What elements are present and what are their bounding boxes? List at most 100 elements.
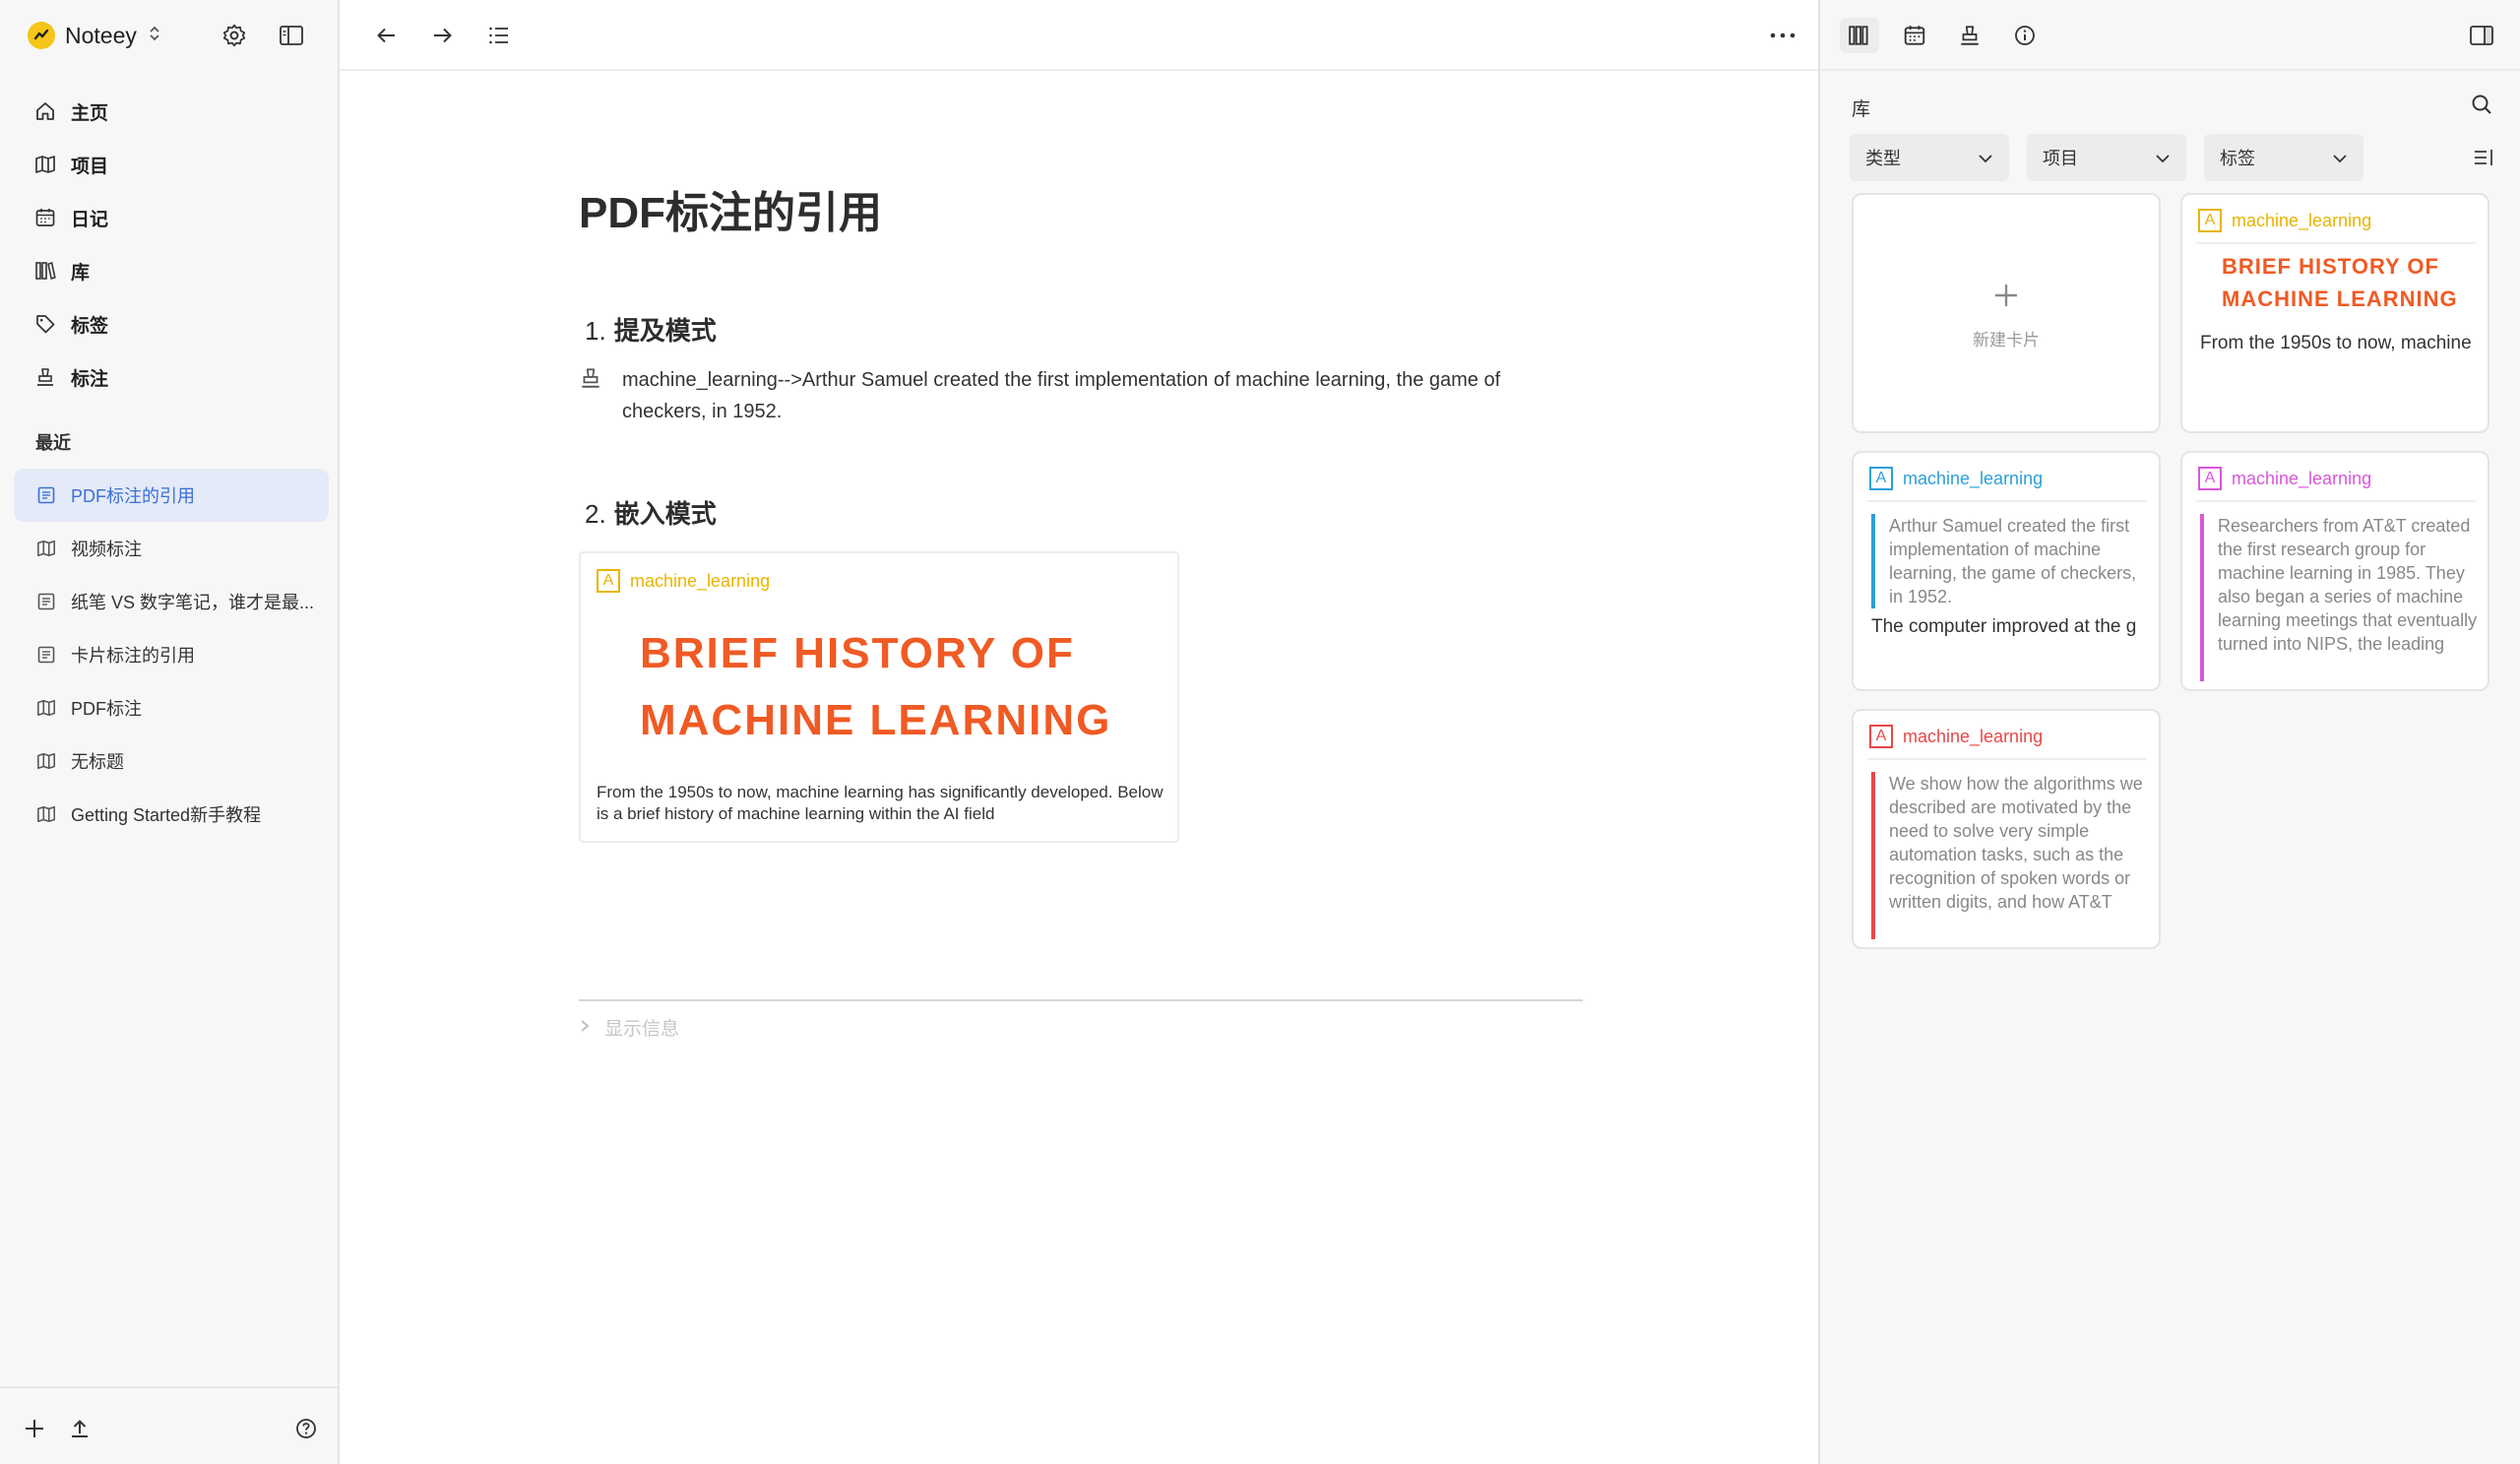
more-options-icon[interactable] xyxy=(1765,18,1800,53)
add-icon[interactable] xyxy=(20,1414,49,1443)
nav-item-tags[interactable]: 标签 xyxy=(14,297,329,350)
search-icon[interactable] xyxy=(2466,89,2497,120)
toggle-right-panel-icon[interactable] xyxy=(2462,18,2501,53)
chevron-up-down-icon xyxy=(149,24,160,48)
annotation-type-icon: A xyxy=(2198,467,2222,490)
recent-item[interactable]: PDF标注 xyxy=(14,681,329,734)
show-info-toggle[interactable]: 显示信息 xyxy=(579,1014,679,1041)
tag-label: machine_learning xyxy=(1903,726,2044,746)
document-icon xyxy=(35,484,57,506)
annotation-type-icon: A xyxy=(597,569,620,593)
divider xyxy=(2196,242,2476,244)
sidebar-footer xyxy=(0,1386,338,1464)
annotation-image-text: BRIEF HISTORY OF MACHINE LEARNING xyxy=(640,629,1112,744)
divider xyxy=(2196,500,2476,502)
nav-item-label: 标注 xyxy=(71,368,109,390)
section-heading-embed[interactable]: 2. 嵌入模式 xyxy=(585,494,717,531)
map-icon xyxy=(35,538,57,559)
calendar-icon[interactable] xyxy=(1895,18,1934,53)
annotation-card[interactable]: A machine_learning BRIEF HISTORY OF MACH… xyxy=(2180,193,2489,433)
recent-item[interactable]: 卡片标注的引用 xyxy=(14,628,329,681)
new-card-label: 新建卡片 xyxy=(1973,330,2040,350)
map-icon xyxy=(35,697,57,719)
recent-item[interactable]: Getting Started新手教程 xyxy=(14,788,329,841)
tag-label: machine_learning xyxy=(2232,210,2372,230)
recent-item[interactable]: 纸笔 VS 数字笔记，谁才是最... xyxy=(14,575,329,628)
nav-item-label: 标签 xyxy=(71,315,109,337)
library-icon[interactable] xyxy=(1840,18,1879,53)
outline-list-icon[interactable] xyxy=(481,18,517,53)
card-text: From the 1950s to now, machine xyxy=(2200,333,2472,353)
annotation-type-icon: A xyxy=(1869,467,1893,490)
recent-item[interactable]: PDF标注的引用 xyxy=(14,469,329,522)
annotation-icon[interactable] xyxy=(1950,18,1989,53)
tag-label: machine_learning xyxy=(2232,468,2372,488)
page-title[interactable]: PDF标注的引用 xyxy=(579,177,1583,240)
sort-icon[interactable] xyxy=(2468,142,2499,173)
panel-toolbar xyxy=(1820,0,2520,71)
recent-section-title: 最近 xyxy=(35,433,71,453)
filter-type-select[interactable]: 类型 xyxy=(1850,134,2009,181)
new-card-button[interactable]: 新建卡片 xyxy=(1852,193,2161,433)
annotation-type-icon: A xyxy=(1869,725,1893,748)
nav-item-label: 主页 xyxy=(71,102,109,124)
annotation-card[interactable]: A machine_learning We show how the algor… xyxy=(1852,709,2161,949)
noteey-logo-icon xyxy=(28,22,55,49)
annotation-card[interactable]: A machine_learning Arthur Samuel created… xyxy=(1852,451,2161,691)
help-icon[interactable] xyxy=(291,1414,321,1443)
settings-gear-icon[interactable] xyxy=(217,18,252,53)
sidebar: Noteey 主页 项目 日记 库 标签 标注 最近 PDF标注的引用 视频标注… xyxy=(0,0,340,1464)
upload-icon[interactable] xyxy=(65,1414,94,1443)
info-icon[interactable] xyxy=(2005,18,2045,53)
chevron-down-icon xyxy=(2155,148,2171,168)
document-icon xyxy=(35,591,57,612)
toggle-sidebar-icon[interactable] xyxy=(274,18,309,53)
mention-text: machine_learning-->Arthur Samuel created… xyxy=(622,369,1501,422)
section-heading-mention[interactable]: 1. 提及模式 xyxy=(585,311,717,348)
annotation-tag[interactable]: A machine_learning xyxy=(1869,467,2043,490)
divider xyxy=(1867,758,2147,760)
tag-label: machine_learning xyxy=(630,570,771,591)
annotation-mention[interactable]: machine_learning-->Arthur Samuel created… xyxy=(579,364,1583,427)
recent-item[interactable]: 视频标注 xyxy=(14,522,329,575)
workspace-switcher[interactable]: Noteey xyxy=(28,16,160,55)
recent-item-label: Getting Started新手教程 xyxy=(71,805,262,825)
nav-item-journal[interactable]: 日记 xyxy=(14,191,329,244)
annotation-tag[interactable]: A machine_learning xyxy=(2198,467,2371,490)
filter-project-select[interactable]: 项目 xyxy=(2027,134,2186,181)
back-arrow-icon[interactable] xyxy=(369,18,405,53)
recent-item-label: PDF标注 xyxy=(71,699,142,719)
plus-icon xyxy=(1992,277,2020,316)
chevron-right-icon xyxy=(579,1017,591,1039)
nav-item-label: 项目 xyxy=(71,156,109,177)
map-icon xyxy=(35,750,57,772)
filter-label: 标签 xyxy=(2220,149,2255,168)
annotation-tag[interactable]: A machine_learning xyxy=(597,569,770,593)
nav-item-home[interactable]: 主页 xyxy=(14,85,329,138)
recent-item[interactable]: 无标题 xyxy=(14,734,329,788)
section-number: 2. xyxy=(585,499,606,529)
annotation-quote: Researchers from AT&T created the first … xyxy=(2200,514,2480,681)
annotation-icon xyxy=(579,366,604,392)
home-icon xyxy=(33,99,57,123)
annotation-quote: Arthur Samuel created the first implemen… xyxy=(1871,514,2151,608)
embedded-annotation-card[interactable]: A machine_learning BRIEF HISTORY OF MACH… xyxy=(579,551,1179,843)
editor-area: PDF标注的引用 1. 提及模式 machine_learning-->Arthu… xyxy=(340,0,1818,1464)
main-navigation: 主页 项目 日记 库 标签 标注 xyxy=(14,85,329,404)
nav-item-projects[interactable]: 项目 xyxy=(14,138,329,191)
section-heading-text: 嵌入模式 xyxy=(613,499,717,529)
nav-item-annotations[interactable]: 标注 xyxy=(14,350,329,404)
annotation-tag[interactable]: A machine_learning xyxy=(1869,725,2043,748)
recent-list: PDF标注的引用 视频标注 纸笔 VS 数字笔记，谁才是最... 卡片标注的引用… xyxy=(14,469,329,841)
annotation-card[interactable]: A machine_learning Researchers from AT&T… xyxy=(2180,451,2489,691)
library-panel: 库 类型 项目 标签 新建卡片 A machine_learning BRIEF… xyxy=(1818,0,2520,1464)
chevron-down-icon xyxy=(1978,148,1993,168)
annotation-description: From the 1950s to now, machine learning … xyxy=(597,783,1164,823)
filter-tag-select[interactable]: 标签 xyxy=(2204,134,2363,181)
card-text: The computer improved at the g xyxy=(1871,616,2137,637)
forward-arrow-icon[interactable] xyxy=(424,18,460,53)
annotation-icon xyxy=(33,365,57,389)
annotation-tag[interactable]: A machine_learning xyxy=(2198,209,2371,232)
nav-item-library[interactable]: 库 xyxy=(14,244,329,297)
recent-item-label: 无标题 xyxy=(71,752,124,772)
